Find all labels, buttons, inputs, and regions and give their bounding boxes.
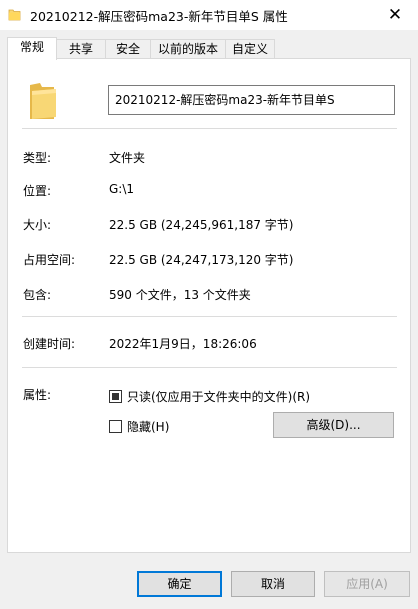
attributes-label: 属性: xyxy=(23,388,52,402)
contains-label: 包含: xyxy=(23,288,52,302)
advanced-button[interactable]: 高级(D)... xyxy=(273,412,394,438)
created-label: 创建时间: xyxy=(23,337,76,351)
location-label: 位置: xyxy=(23,184,52,198)
ok-button[interactable]: 确定 xyxy=(137,571,222,597)
title-bar: 20210212-解压密码ma23-新年节目单S 属性 ✕ xyxy=(0,0,418,30)
size-value: 22.5 GB (24,245,961,187 字节) xyxy=(109,218,294,232)
tab-previous-versions[interactable]: 以前的版本 xyxy=(150,39,226,59)
contains-value: 590 个文件，13 个文件夹 xyxy=(109,288,251,302)
readonly-checkbox[interactable] xyxy=(109,390,122,403)
hidden-label[interactable]: 隐藏(H) xyxy=(127,418,169,435)
tab-general[interactable]: 常规 xyxy=(7,37,57,60)
type-label: 类型: xyxy=(23,151,52,165)
separator xyxy=(22,128,397,129)
general-panel: 20210212-解压密码ma23-新年节目单S 类型: 文件夹 位置: G:\… xyxy=(7,58,411,553)
size-on-disk-value: 22.5 GB (24,247,173,120 字节) xyxy=(109,253,294,267)
readonly-label[interactable]: 只读(仅应用于文件夹中的文件)(R) xyxy=(127,388,310,405)
type-value: 文件夹 xyxy=(109,151,146,165)
window-title: 20210212-解压密码ma23-新年节目单S 属性 xyxy=(30,9,288,24)
hidden-checkbox[interactable] xyxy=(109,420,122,433)
tab-customize[interactable]: 自定义 xyxy=(225,39,275,59)
size-on-disk-label: 占用空间: xyxy=(23,253,76,267)
location-value: G:\1 xyxy=(109,182,135,196)
separator xyxy=(22,367,397,368)
folder-icon xyxy=(8,9,21,21)
folder-icon xyxy=(30,83,56,119)
tab-security[interactable]: 安全 xyxy=(105,39,151,59)
apply-button[interactable]: 应用(A) xyxy=(324,571,410,597)
size-label: 大小: xyxy=(23,218,52,232)
folder-name-input[interactable]: 20210212-解压密码ma23-新年节目单S xyxy=(108,85,395,115)
close-button[interactable]: ✕ xyxy=(372,0,418,30)
separator xyxy=(22,316,397,317)
tab-sharing[interactable]: 共享 xyxy=(56,39,106,59)
created-value: 2022年1月9日，18:26:06 xyxy=(109,337,257,351)
cancel-button[interactable]: 取消 xyxy=(231,571,315,597)
